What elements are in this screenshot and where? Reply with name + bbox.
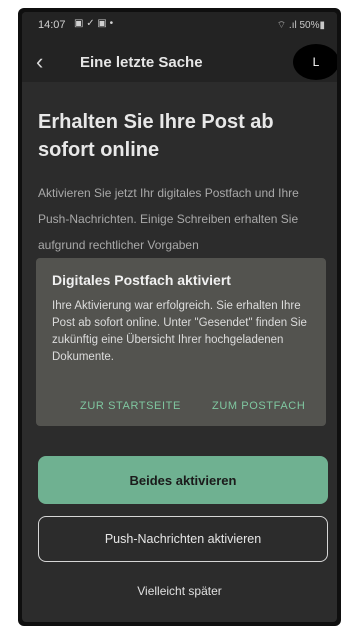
- go-home-button[interactable]: ZUR STARTSEITE: [80, 400, 181, 412]
- phone-frame: 14:07 ▣ ✓ ▣ • ⌔ .ıl 50%▮ ‹ Eine letzte S…: [18, 8, 341, 626]
- activate-both-label: Beides aktivieren: [129, 472, 237, 488]
- go-to-postfach-button[interactable]: ZUM POSTFACH: [212, 400, 305, 412]
- activation-dialog: Digitales Postfach aktiviert Ihre Aktivi…: [36, 258, 326, 426]
- page-title: Eine letzte Sache: [80, 54, 203, 71]
- dialog-actions: ZUR STARTSEITE ZUM POSTFACH: [36, 400, 326, 416]
- signal-battery-indicator: ⌔ .ıl 50%▮: [276, 20, 325, 31]
- intro-text: Aktivieren Sie jetzt Ihr digitales Postf…: [38, 186, 299, 252]
- dialog-title: Digitales Postfach aktiviert: [52, 272, 231, 288]
- activate-both-button[interactable]: Beides aktivieren: [38, 456, 328, 504]
- app-bar: ‹ Eine letzte Sache L: [22, 42, 337, 82]
- avatar-initial: L: [312, 55, 320, 69]
- avatar[interactable]: L: [293, 44, 337, 80]
- notification-icons: ▣ ✓ ▣ •: [74, 18, 114, 29]
- status-time: 14:07: [38, 19, 66, 31]
- back-arrow-icon[interactable]: ‹: [36, 51, 43, 73]
- status-bar: 14:07 ▣ ✓ ▣ • ⌔ .ıl 50%▮: [22, 12, 337, 42]
- maybe-later-link[interactable]: Vielleicht später: [22, 584, 337, 598]
- activate-push-button[interactable]: Push-Nachrichten aktivieren: [38, 516, 328, 562]
- activate-push-label: Push-Nachrichten aktivieren: [104, 532, 262, 546]
- dialog-message: Ihre Aktivierung war erfolgreich. Sie er…: [52, 300, 307, 363]
- app-screen: 14:07 ▣ ✓ ▣ • ⌔ .ıl 50%▮ ‹ Eine letzte S…: [22, 12, 337, 622]
- main-heading: Erhalten Sie Ihre Post ab sofort online: [38, 111, 274, 161]
